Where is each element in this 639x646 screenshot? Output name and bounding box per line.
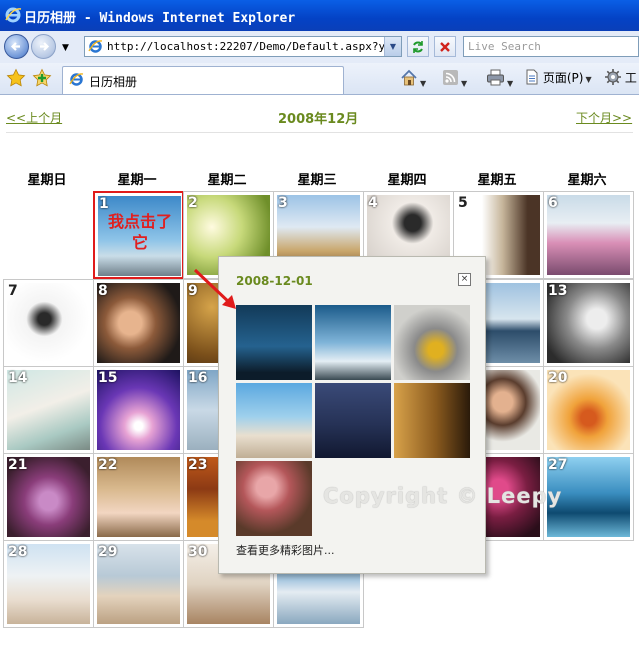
current-month-title: 2008年12月	[278, 112, 359, 127]
day-number: 7	[8, 283, 18, 299]
favorites-star-icon[interactable]	[6, 68, 26, 88]
printer-icon	[487, 69, 504, 86]
back-arrow-icon	[10, 42, 20, 51]
day-cell-7[interactable]: 7	[3, 279, 94, 367]
day-cell-1[interactable]: 1 我点击了它	[93, 191, 184, 279]
home-icon	[401, 69, 417, 86]
day-number: 28	[8, 544, 28, 560]
day-number: 4	[368, 195, 378, 211]
annotation-arrow-icon	[193, 268, 236, 309]
previous-month-link[interactable]: <<上个月	[6, 109, 62, 126]
popup-close-icon[interactable]: ×	[458, 273, 471, 286]
stop-button[interactable]	[434, 36, 456, 57]
ie-logo-icon	[5, 7, 22, 23]
weekday-sunday: 星期日	[27, 173, 67, 188]
day-cell-20[interactable]: 20	[543, 366, 634, 454]
page-menu[interactable]: 页面(P) ▼	[525, 69, 592, 87]
day-number: 23	[188, 457, 208, 473]
page-icon	[526, 69, 538, 85]
search-input[interactable]: Live Search	[463, 36, 639, 57]
day-number: 3	[278, 195, 288, 211]
page-ie-icon	[88, 40, 103, 53]
add-favorite-icon[interactable]	[32, 68, 52, 88]
window-title: 日历相册 - Windows Internet Explorer	[24, 11, 296, 26]
day-cell-6[interactable]: 6	[543, 191, 634, 279]
day-number: 21	[8, 457, 28, 473]
popup-photo-4[interactable]	[236, 383, 312, 458]
popup-photo-1[interactable]	[236, 305, 312, 380]
day-cell-22[interactable]: 22	[93, 453, 184, 541]
recent-pages-chevron-down-icon[interactable]: ▼	[62, 43, 69, 53]
popup-date: 2008-12-01	[236, 274, 313, 288]
day-photo	[7, 283, 90, 363]
day-number: 1	[99, 196, 109, 212]
refresh-button[interactable]	[407, 36, 429, 57]
address-dropdown-chevron-down-icon[interactable]: ▼	[384, 37, 401, 56]
day-cell-8[interactable]: 8	[93, 279, 184, 367]
day-number: 27	[548, 457, 568, 473]
refresh-icon	[413, 41, 423, 53]
tools-menu[interactable]: 工	[605, 69, 637, 87]
forward-button[interactable]	[31, 34, 56, 59]
day-cell-28[interactable]: 28	[3, 540, 94, 628]
page-menu-label: 页面(P)	[542, 71, 584, 85]
day-number: 22	[98, 457, 118, 473]
address-toolbar: ▼ http://localhost:22207/Demo/Default.as…	[0, 31, 639, 64]
search-placeholder: Live Search	[468, 40, 541, 53]
popup-photo-5[interactable]	[315, 383, 391, 458]
day-cell-14[interactable]: 14	[3, 366, 94, 454]
day-number: 6	[548, 195, 558, 211]
tab-label: 日历相册	[89, 75, 138, 89]
weekday-thursday: 星期四	[387, 173, 427, 188]
back-button[interactable]	[4, 34, 29, 59]
home-button[interactable]: ▼	[400, 69, 426, 88]
popup-photo-3[interactable]	[394, 305, 470, 380]
header-divider	[6, 132, 633, 133]
day-number: 5	[458, 195, 468, 211]
address-text: http://localhost:22207/Demo/Default.aspx…	[107, 40, 385, 53]
tab-calendar-album[interactable]: 日历相册	[62, 66, 344, 94]
day-number: 13	[548, 283, 568, 299]
rss-feed-icon	[443, 70, 458, 85]
tab-command-bar: 日历相册 ▼ ▼ ▼ 页面(P) ▼ 工	[0, 63, 639, 95]
day-photo-popup: 2008-12-01 × Copyright © Leepy 查看更多精彩图片.…	[218, 256, 561, 574]
address-bar[interactable]: http://localhost:22207/Demo/Default.aspx…	[84, 36, 402, 57]
stop-x-icon	[440, 42, 450, 52]
tab-ie-icon	[69, 73, 84, 86]
tools-menu-label: 工	[624, 71, 637, 85]
window-title-bar: 日历相册 - Windows Internet Explorer	[0, 0, 639, 31]
view-more-photos-link[interactable]: 查看更多精彩图片...	[236, 542, 335, 558]
day-photo	[547, 195, 630, 275]
copyright-watermark: Copyright © Leepy	[323, 484, 563, 508]
popup-photo-6[interactable]	[394, 383, 470, 458]
weekday-monday: 星期一	[117, 173, 157, 188]
day-cell-29[interactable]: 29	[93, 540, 184, 628]
forward-arrow-icon	[40, 42, 50, 51]
day-number: 2	[188, 195, 198, 211]
day-number: 15	[98, 370, 118, 386]
day-photo	[97, 283, 180, 363]
day-cell-15[interactable]: 15	[93, 366, 184, 454]
day-number: 29	[98, 544, 118, 560]
print-button[interactable]: ▼	[486, 69, 513, 88]
click-annotation: 我点击了它	[107, 212, 172, 252]
gear-icon	[605, 69, 621, 85]
day-number: 30	[188, 544, 208, 560]
next-month-link[interactable]: 下个月>>	[576, 109, 632, 126]
popup-photo-7[interactable]	[236, 461, 312, 536]
day-number: 16	[188, 370, 208, 386]
weekday-saturday: 星期六	[567, 173, 607, 188]
day-cell-21[interactable]: 21	[3, 453, 94, 541]
day-cell-13[interactable]: 13	[543, 279, 634, 367]
feeds-button[interactable]: ▼	[442, 69, 467, 88]
popup-photo-2[interactable]	[315, 305, 391, 380]
weekday-friday: 星期五	[477, 173, 517, 188]
weekday-wednesday: 星期三	[297, 173, 337, 188]
day-number: 8	[98, 283, 108, 299]
day-number: 14	[8, 370, 28, 386]
page-content: <<上个月 2008年12月 下个月>> 星期日 星期一 星期二 星期三 星期四…	[0, 95, 639, 646]
weekday-tuesday: 星期二	[207, 173, 247, 188]
day-number: 20	[548, 370, 568, 386]
